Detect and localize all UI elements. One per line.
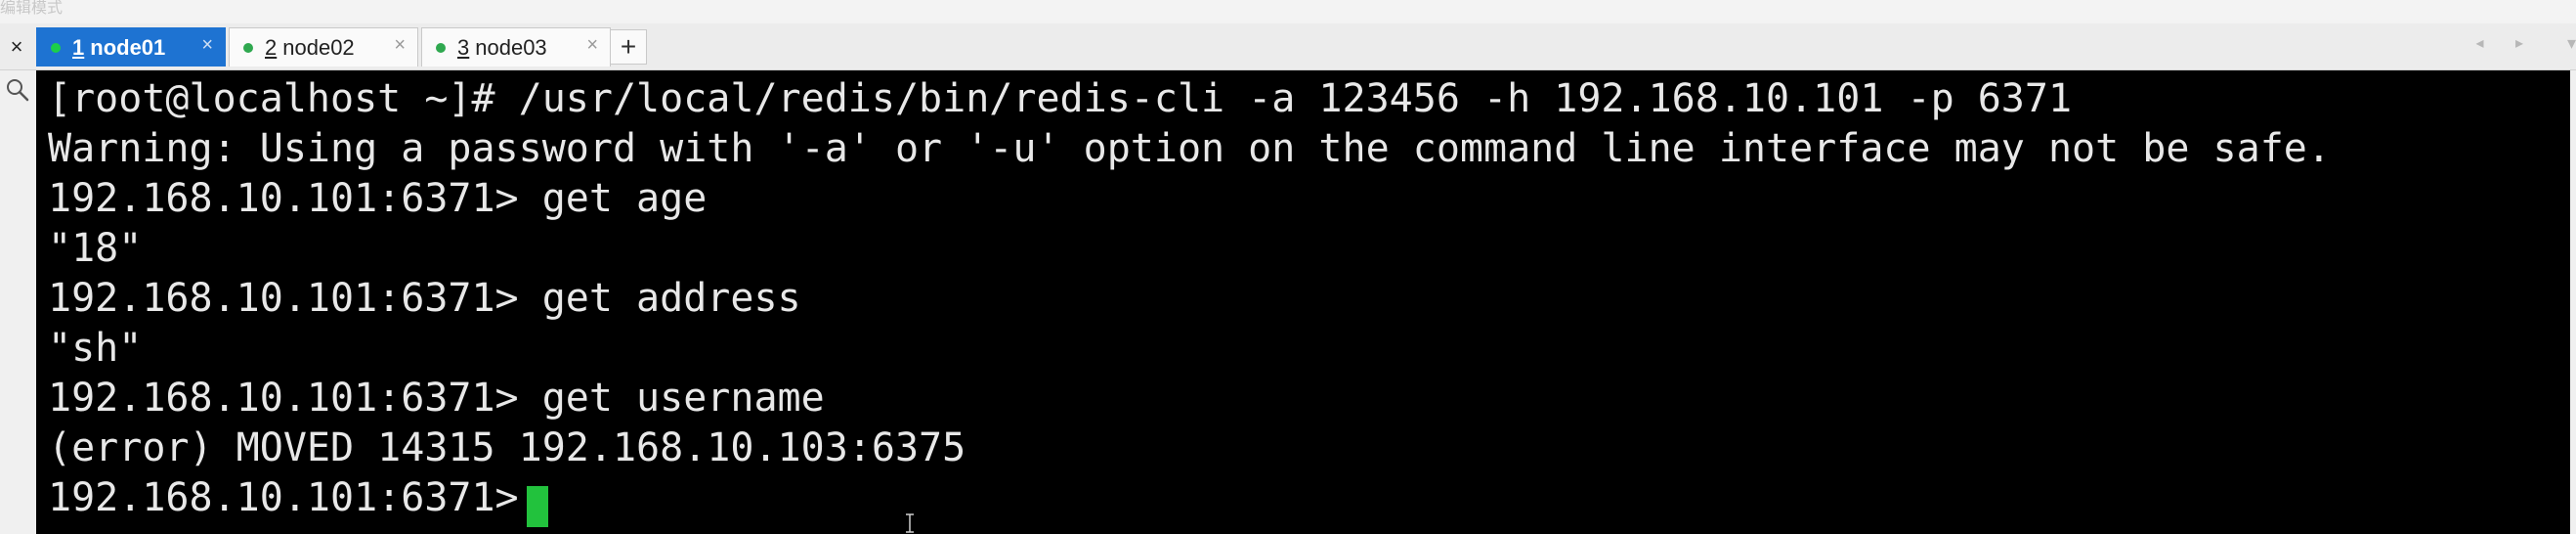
faded-title-text: 编辑模式	[0, 0, 64, 17]
ibeam-cursor-icon	[906, 513, 914, 533]
connected-status-icon	[243, 42, 253, 53]
tab-number: 2	[265, 34, 278, 60]
tab-number: 1	[72, 34, 85, 60]
terminal-line: 192.168.10.101:6371> get username	[48, 376, 825, 421]
terminal-line: Warning: Using a password with '-a' or '…	[48, 126, 2331, 171]
tab-number: 3	[457, 34, 470, 60]
tab-scroll-arrows-icon[interactable]: ◂ ▸	[2475, 33, 2537, 53]
terminal-cursor	[527, 486, 548, 527]
tab-node01[interactable]: 1 node01 ×	[36, 27, 226, 67]
tab-label: node02	[282, 34, 355, 60]
terminal-line: "18"	[48, 226, 143, 271]
close-session-icon[interactable]: ×	[0, 23, 33, 70]
terminal-output[interactable]: [root@localhost ~]# /usr/local/redis/bin…	[36, 70, 2570, 534]
search-icon[interactable]	[4, 76, 31, 104]
top-strip: 编辑模式	[0, 0, 2576, 23]
tab-close-icon[interactable]: ×	[586, 34, 598, 57]
tab-close-icon[interactable]: ×	[201, 34, 213, 57]
terminal-line: (error) MOVED 14315 192.168.10.103:6375	[48, 425, 966, 470]
terminal-prompt: 192.168.10.101:6371>	[48, 475, 542, 520]
tab-menu-icon[interactable]: ▾	[2567, 33, 2576, 54]
terminal-app-window: 编辑模式 × 1 node01 × 2 node02 × 3 node03 × …	[0, 0, 2576, 534]
tab-label: node01	[90, 34, 166, 60]
connected-status-icon	[436, 42, 446, 53]
tab-node02[interactable]: 2 node02 ×	[229, 27, 418, 67]
session-tab-bar: × 1 node01 × 2 node02 × 3 node03 × + ◂ ▸…	[0, 23, 2576, 70]
terminal-line: [root@localhost ~]# /usr/local/redis/bin…	[48, 76, 2073, 121]
tab-close-icon[interactable]: ×	[394, 34, 406, 57]
tab-node03[interactable]: 3 node03 ×	[421, 27, 611, 67]
connected-status-icon	[51, 42, 61, 53]
terminal-line: 192.168.10.101:6371> get address	[48, 276, 801, 321]
tab-label: node03	[475, 34, 547, 60]
terminal-line: "sh"	[48, 326, 143, 371]
terminal-line: 192.168.10.101:6371> get age	[48, 176, 708, 221]
right-edge-strip	[2570, 70, 2576, 534]
new-tab-button[interactable]: +	[610, 29, 647, 65]
left-tool-strip	[0, 70, 36, 534]
